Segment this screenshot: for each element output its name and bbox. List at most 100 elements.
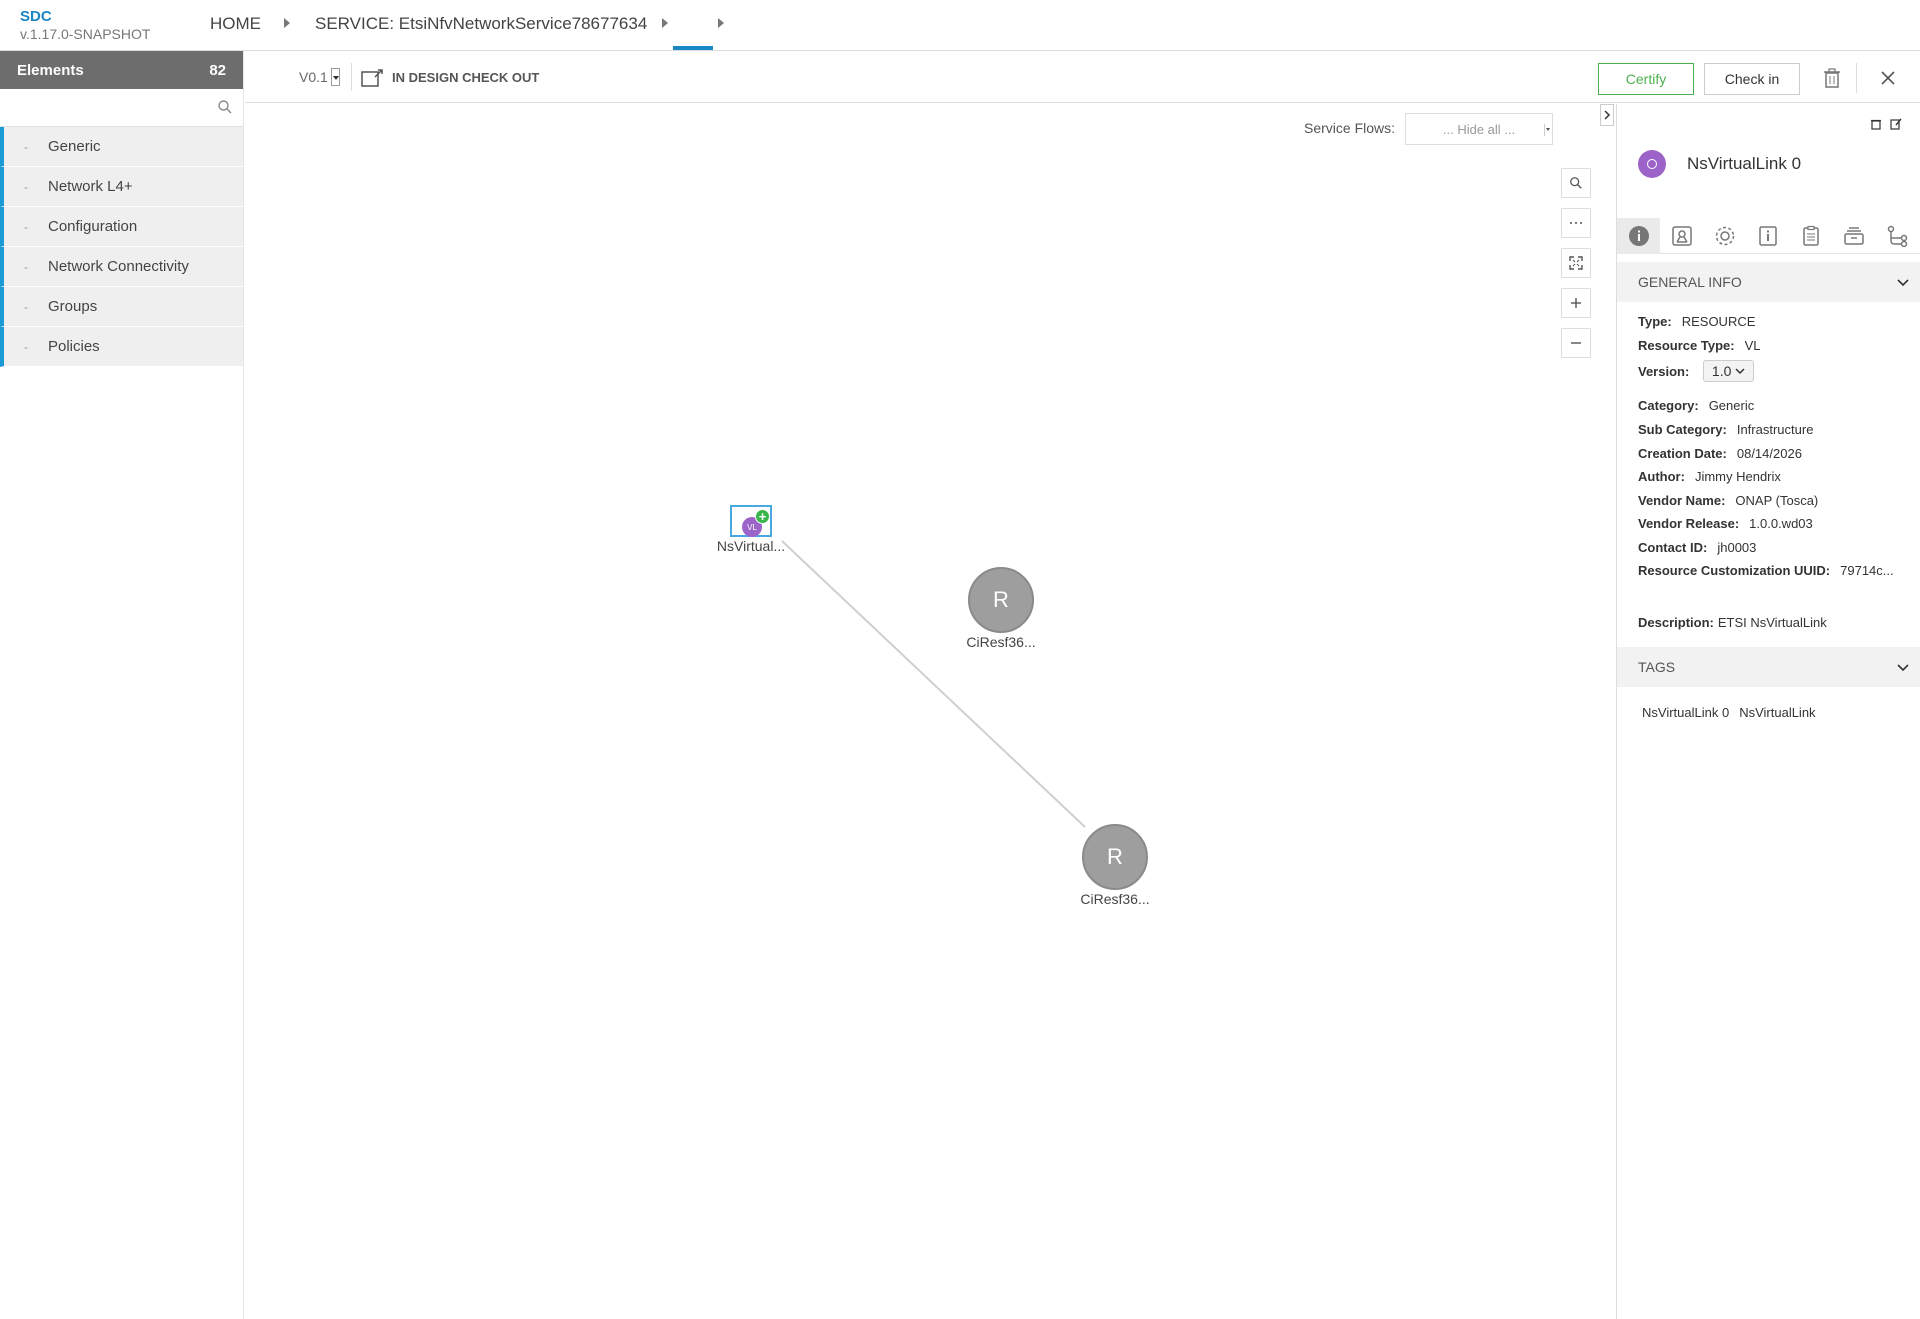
relationship-edge[interactable]: [245, 104, 1615, 1319]
vl-node[interactable]: VL +: [730, 505, 772, 537]
info-sub-category: Sub Category: Infrastructure: [1638, 422, 1813, 437]
category-configuration[interactable]: - Configuration: [0, 207, 243, 247]
elements-palette: Elements 82 - Generic - Network L4+ - Confi…: [0, 51, 244, 1319]
tab-requirements-capabilities[interactable]: [1832, 218, 1875, 254]
version-dropdown[interactable]: 1.0: [1702, 360, 1755, 382]
breadcrumb-active-indicator[interactable]: [673, 46, 713, 50]
field-value: ETSI NsVirtualLink: [1717, 615, 1827, 630]
certify-button[interactable]: Certify: [1598, 63, 1694, 95]
field-label: Author:: [1638, 469, 1685, 484]
collapse-dash-icon: -: [24, 339, 28, 354]
category-network-connectivity[interactable]: - Network Connectivity: [0, 247, 243, 287]
node-label: NsVirtual...: [716, 538, 786, 554]
field-value: 79714c...: [1840, 563, 1894, 578]
details-panel: NsVirtualLink 0 GENERAL INFO Type: RESOUR…: [1616, 104, 1920, 1319]
breadcrumb-separator-icon[interactable]: [662, 18, 668, 28]
info-author: Author: Jimmy Hendrix: [1638, 469, 1781, 484]
checkout-icon: [361, 69, 383, 87]
elements-search-input[interactable]: [0, 89, 210, 125]
chevron-down-icon: [1897, 279, 1909, 287]
close-icon[interactable]: [1880, 70, 1896, 86]
divider: [351, 63, 352, 91]
field-value: Infrastructure: [1736, 422, 1814, 437]
info-contact-id: Contact ID: jh0003: [1638, 540, 1756, 555]
app-name: SDC: [20, 8, 52, 25]
panel-actions: [1870, 118, 1902, 130]
trash-icon[interactable]: [1870, 118, 1882, 130]
check-in-button[interactable]: Check in: [1704, 63, 1800, 95]
tab-relations[interactable]: [1875, 218, 1918, 254]
category-groups[interactable]: - Groups: [0, 287, 243, 327]
section-title: GENERAL INFO: [1638, 274, 1742, 290]
info-vendor-name: Vendor Name: ONAP (Tosca): [1638, 493, 1818, 508]
general-info-section-header[interactable]: GENERAL INFO: [1617, 262, 1920, 302]
search-icon[interactable]: [217, 99, 233, 115]
tag-item: NsVirtualLink: [1739, 705, 1816, 720]
field-value: 08/14/2026: [1736, 446, 1802, 461]
breadcrumb-service[interactable]: SERVICE: EtsiNfvNetworkService78677634: [315, 14, 647, 34]
info-vendor-release: Vendor Release: 1.0.0.wd03: [1638, 516, 1813, 531]
field-value: ONAP (Tosca): [1735, 493, 1819, 508]
field-label: Description:: [1638, 615, 1714, 630]
category-generic[interactable]: - Generic: [0, 127, 243, 167]
field-value: Jimmy Hendrix: [1694, 469, 1781, 484]
resource-node[interactable]: R: [968, 567, 1034, 633]
artifacts-icon: [1671, 226, 1692, 246]
version-selector[interactable]: V0.1: [299, 68, 340, 86]
trash-icon[interactable]: [1823, 68, 1841, 88]
field-value: Generic: [1708, 398, 1755, 413]
collapse-dash-icon: -: [24, 299, 28, 314]
elements-header: Elements 82: [0, 51, 243, 89]
divider: [1856, 63, 1857, 93]
tags-list: NsVirtualLink 0 NsVirtualLink: [1642, 705, 1816, 720]
breadcrumb-separator-icon[interactable]: [718, 18, 724, 28]
tag-item: NsVirtualLink 0: [1642, 705, 1730, 720]
info-icon: [1628, 226, 1649, 246]
details-tabs: [1617, 218, 1920, 254]
component-avatar-icon: [1638, 150, 1666, 178]
tab-information-artifacts[interactable]: [1746, 218, 1789, 254]
category-network-l4[interactable]: - Network L4+: [0, 167, 243, 207]
chevron-down-icon: [1897, 664, 1909, 672]
elements-search: [0, 89, 243, 127]
field-value: RESOURCE: [1681, 314, 1756, 329]
version-dropdown-value: 1.0: [1711, 363, 1732, 379]
lifecycle-status: IN DESIGN CHECK OUT: [392, 70, 540, 85]
top-header: SDC v.1.17.0-SNAPSHOT HOME SERVICE: Etsi…: [0, 0, 1920, 51]
resource-node[interactable]: R: [1082, 824, 1148, 890]
field-label: Resource Type:: [1638, 338, 1735, 353]
collapse-dash-icon: -: [24, 179, 28, 194]
clipboard-icon: [1802, 225, 1819, 246]
info-description: Description: ETSI NsVirtualLink: [1638, 615, 1827, 630]
category-label: Generic: [48, 138, 101, 155]
field-label: Sub Category:: [1638, 422, 1727, 437]
version-value: V0.1: [299, 69, 328, 85]
add-connection-icon[interactable]: +: [755, 509, 770, 524]
section-title: TAGS: [1638, 659, 1676, 675]
tab-properties[interactable]: [1703, 218, 1746, 254]
field-value: jh0003: [1717, 540, 1757, 555]
node-label: CiResf36...: [1080, 891, 1150, 907]
field-label: Resource Customization UUID:: [1638, 563, 1831, 578]
tab-api-artifacts[interactable]: [1789, 218, 1832, 254]
breadcrumb-separator-icon[interactable]: [284, 18, 290, 28]
node-label: CiResf36...: [966, 634, 1036, 650]
info-box-icon: [1758, 226, 1777, 246]
elements-count: 82: [209, 61, 226, 79]
stack-icon: [1843, 227, 1864, 245]
breadcrumb-home[interactable]: HOME: [210, 14, 261, 34]
field-label: Vendor Name:: [1638, 493, 1726, 508]
tags-section-header[interactable]: TAGS: [1617, 647, 1920, 687]
tab-deployment-artifacts[interactable]: [1660, 218, 1703, 254]
tab-general-info[interactable]: [1617, 218, 1660, 254]
workspace-toolbar: V0.1 IN DESIGN CHECK OUT Certify Check i…: [245, 51, 1920, 103]
elements-title: Elements: [17, 61, 84, 79]
field-value: 1.0.0.wd03: [1749, 516, 1813, 531]
info-category: Category: Generic: [1638, 398, 1754, 413]
field-label: Vendor Release:: [1638, 516, 1740, 531]
app-brand[interactable]: SDC v.1.17.0-SNAPSHOT: [20, 8, 150, 43]
edit-icon[interactable]: [1890, 118, 1902, 130]
caret-down-icon: [330, 68, 340, 86]
category-policies[interactable]: - Policies: [0, 327, 243, 367]
composition-canvas[interactable]: Service Flows: ... Hide all ... VL + NsV…: [245, 104, 1615, 1319]
